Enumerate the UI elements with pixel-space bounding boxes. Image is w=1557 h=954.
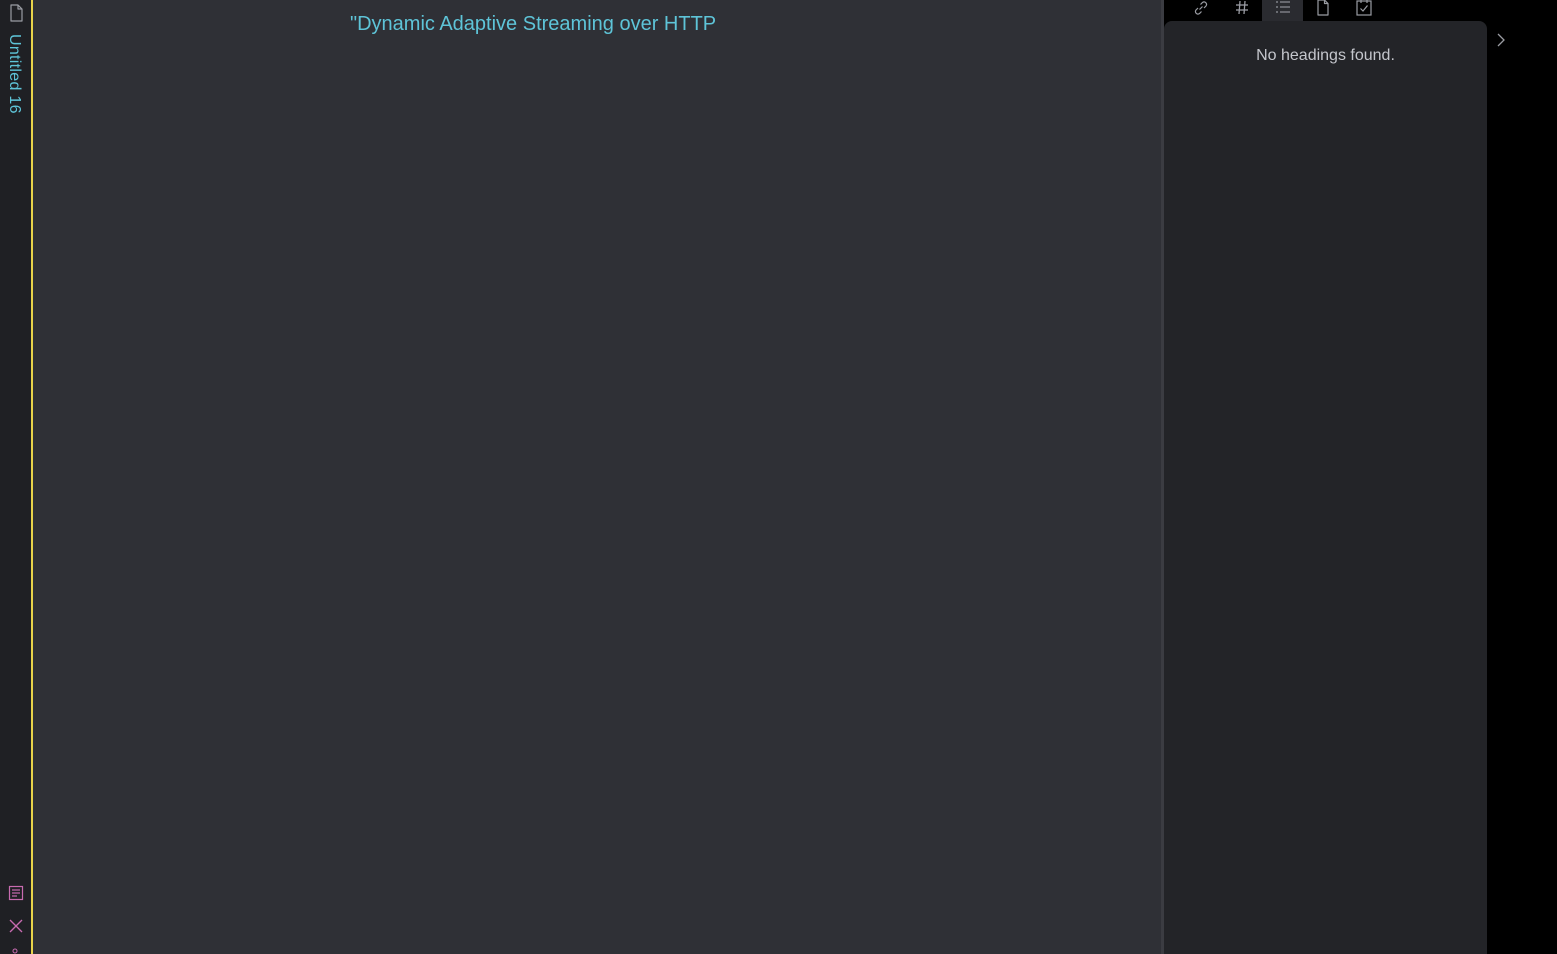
outline-panel: No headings found. [1164, 21, 1487, 954]
outline-empty-message: No headings found. [1256, 47, 1395, 64]
pin-icon[interactable] [12, 948, 18, 954]
sidebar-tab-header [1164, 0, 1487, 21]
chevron-right-icon[interactable] [1491, 30, 1511, 50]
app-window: Untitled 16 "Dynamic Adaptive Streaming … [0, 0, 1557, 954]
list-outline-icon [1275, 1, 1290, 13]
tab-tags[interactable] [1221, 0, 1262, 21]
file-icon [1316, 0, 1329, 16]
document-line[interactable]: "Dynamic Adaptive Streaming over HTTP [350, 13, 716, 36]
tab-calendar[interactable] [1343, 0, 1384, 21]
calendar-check-icon [1355, 0, 1372, 16]
right-sidebar: No headings found. [1164, 0, 1487, 954]
sidebar-tab-group [1180, 0, 1303, 21]
vertical-tab-strip: Untitled 16 [0, 0, 33, 954]
close-icon[interactable] [9, 919, 23, 933]
file-icon[interactable] [8, 4, 24, 22]
editor-pane[interactable]: "Dynamic Adaptive Streaming over HTTP [33, 0, 1161, 954]
tab-file-properties[interactable] [1302, 0, 1343, 21]
link-icon [1194, 1, 1207, 15]
tab-outline[interactable] [1262, 0, 1303, 21]
tab-title[interactable]: Untitled 16 [5, 34, 23, 114]
sidebar-tab-group [1302, 0, 1384, 21]
hash-tag-icon [1235, 0, 1248, 15]
reading-view-icon[interactable] [8, 885, 24, 901]
tab-backlinks[interactable] [1180, 0, 1221, 21]
